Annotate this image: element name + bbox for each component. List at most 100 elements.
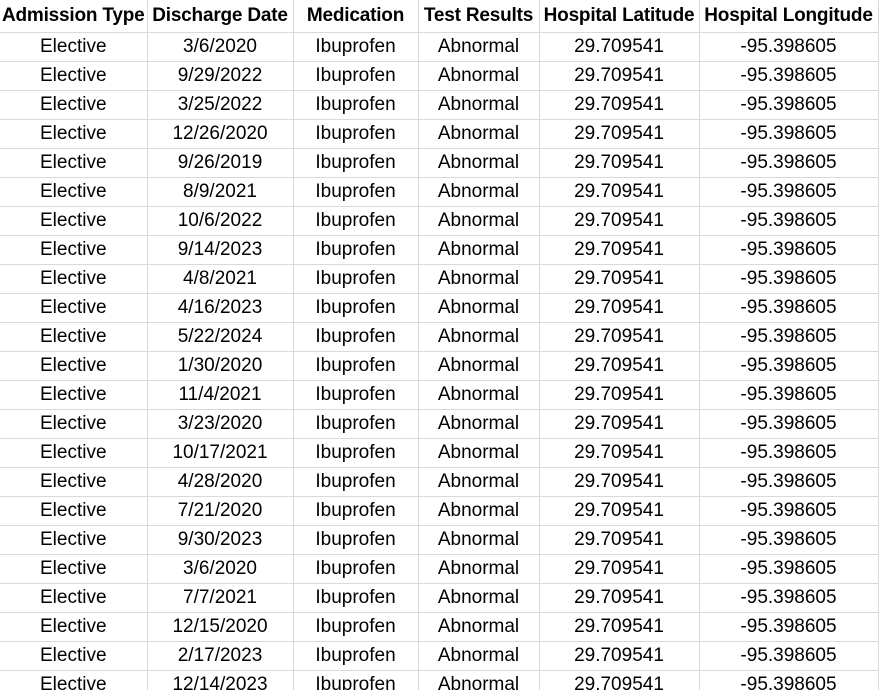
cell-test-results[interactable]: Abnormal — [418, 148, 540, 178]
cell-medication[interactable]: Ibuprofen — [293, 32, 419, 62]
cell-medication[interactable]: Ibuprofen — [293, 293, 419, 323]
cell-medication[interactable]: Ibuprofen — [293, 206, 419, 236]
cell-admission-type[interactable]: Elective — [0, 177, 148, 207]
cell-discharge-date[interactable]: 11/4/2021 — [147, 380, 294, 410]
cell-discharge-date[interactable]: 3/6/2020 — [147, 554, 294, 584]
cell-medication[interactable]: Ibuprofen — [293, 177, 419, 207]
cell-medication[interactable]: Ibuprofen — [293, 351, 419, 381]
cell-test-results[interactable]: Abnormal — [418, 264, 540, 294]
cell-test-results[interactable]: Abnormal — [418, 61, 540, 91]
cell-hospital-longitude[interactable]: -95.398605 — [699, 351, 879, 381]
cell-hospital-longitude[interactable]: -95.398605 — [699, 177, 879, 207]
cell-medication[interactable]: Ibuprofen — [293, 264, 419, 294]
cell-medication[interactable]: Ibuprofen — [293, 612, 419, 642]
cell-admission-type[interactable]: Elective — [0, 525, 148, 555]
cell-discharge-date[interactable]: 4/28/2020 — [147, 467, 294, 497]
cell-hospital-longitude[interactable]: -95.398605 — [699, 90, 879, 120]
cell-hospital-longitude[interactable]: -95.398605 — [699, 61, 879, 91]
cell-discharge-date[interactable]: 5/22/2024 — [147, 322, 294, 352]
cell-discharge-date[interactable]: 10/6/2022 — [147, 206, 294, 236]
cell-admission-type[interactable]: Elective — [0, 293, 148, 323]
cell-test-results[interactable]: Abnormal — [418, 554, 540, 584]
cell-discharge-date[interactable]: 9/30/2023 — [147, 525, 294, 555]
cell-hospital-latitude[interactable]: 29.709541 — [539, 235, 700, 265]
cell-hospital-latitude[interactable]: 29.709541 — [539, 641, 700, 671]
cell-medication[interactable]: Ibuprofen — [293, 641, 419, 671]
cell-hospital-latitude[interactable]: 29.709541 — [539, 612, 700, 642]
cell-hospital-latitude[interactable]: 29.709541 — [539, 583, 700, 613]
cell-hospital-longitude[interactable]: -95.398605 — [699, 206, 879, 236]
cell-test-results[interactable]: Abnormal — [418, 322, 540, 352]
cell-hospital-latitude[interactable]: 29.709541 — [539, 670, 700, 690]
cell-hospital-latitude[interactable]: 29.709541 — [539, 409, 700, 439]
cell-hospital-latitude[interactable]: 29.709541 — [539, 322, 700, 352]
cell-hospital-latitude[interactable]: 29.709541 — [539, 90, 700, 120]
cell-discharge-date[interactable]: 12/15/2020 — [147, 612, 294, 642]
cell-discharge-date[interactable]: 3/25/2022 — [147, 90, 294, 120]
cell-test-results[interactable]: Abnormal — [418, 612, 540, 642]
cell-discharge-date[interactable]: 7/21/2020 — [147, 496, 294, 526]
cell-admission-type[interactable]: Elective — [0, 32, 148, 62]
cell-discharge-date[interactable]: 12/26/2020 — [147, 119, 294, 149]
cell-admission-type[interactable]: Elective — [0, 641, 148, 671]
cell-hospital-longitude[interactable]: -95.398605 — [699, 380, 879, 410]
cell-admission-type[interactable]: Elective — [0, 206, 148, 236]
cell-admission-type[interactable]: Elective — [0, 119, 148, 149]
header-admission-type[interactable]: Admission Type — [0, 0, 148, 33]
cell-medication[interactable]: Ibuprofen — [293, 496, 419, 526]
cell-test-results[interactable]: Abnormal — [418, 641, 540, 671]
cell-admission-type[interactable]: Elective — [0, 264, 148, 294]
cell-hospital-longitude[interactable]: -95.398605 — [699, 496, 879, 526]
cell-medication[interactable]: Ibuprofen — [293, 119, 419, 149]
cell-admission-type[interactable]: Elective — [0, 148, 148, 178]
header-discharge-date[interactable]: Discharge Date — [147, 0, 294, 33]
cell-discharge-date[interactable]: 9/29/2022 — [147, 61, 294, 91]
cell-discharge-date[interactable]: 12/14/2023 — [147, 670, 294, 690]
cell-hospital-latitude[interactable]: 29.709541 — [539, 380, 700, 410]
cell-admission-type[interactable]: Elective — [0, 612, 148, 642]
cell-hospital-latitude[interactable]: 29.709541 — [539, 32, 700, 62]
cell-discharge-date[interactable]: 7/7/2021 — [147, 583, 294, 613]
cell-medication[interactable]: Ibuprofen — [293, 583, 419, 613]
cell-hospital-latitude[interactable]: 29.709541 — [539, 351, 700, 381]
cell-hospital-longitude[interactable]: -95.398605 — [699, 438, 879, 468]
cell-admission-type[interactable]: Elective — [0, 235, 148, 265]
cell-hospital-latitude[interactable]: 29.709541 — [539, 148, 700, 178]
cell-admission-type[interactable]: Elective — [0, 351, 148, 381]
cell-admission-type[interactable]: Elective — [0, 380, 148, 410]
cell-hospital-longitude[interactable]: -95.398605 — [699, 525, 879, 555]
cell-hospital-longitude[interactable]: -95.398605 — [699, 670, 879, 690]
cell-admission-type[interactable]: Elective — [0, 496, 148, 526]
cell-admission-type[interactable]: Elective — [0, 409, 148, 439]
header-hospital-longitude[interactable]: Hospital Longitude — [699, 0, 879, 33]
cell-medication[interactable]: Ibuprofen — [293, 525, 419, 555]
cell-medication[interactable]: Ibuprofen — [293, 322, 419, 352]
cell-medication[interactable]: Ibuprofen — [293, 148, 419, 178]
cell-test-results[interactable]: Abnormal — [418, 119, 540, 149]
cell-hospital-latitude[interactable]: 29.709541 — [539, 119, 700, 149]
header-medication[interactable]: Medication — [293, 0, 419, 33]
cell-test-results[interactable]: Abnormal — [418, 90, 540, 120]
cell-hospital-latitude[interactable]: 29.709541 — [539, 554, 700, 584]
cell-discharge-date[interactable]: 10/17/2021 — [147, 438, 294, 468]
cell-discharge-date[interactable]: 2/17/2023 — [147, 641, 294, 671]
cell-discharge-date[interactable]: 8/9/2021 — [147, 177, 294, 207]
cell-hospital-latitude[interactable]: 29.709541 — [539, 61, 700, 91]
cell-medication[interactable]: Ibuprofen — [293, 90, 419, 120]
cell-medication[interactable]: Ibuprofen — [293, 554, 419, 584]
cell-hospital-longitude[interactable]: -95.398605 — [699, 554, 879, 584]
header-hospital-latitude[interactable]: Hospital Latitude — [539, 0, 700, 33]
cell-test-results[interactable]: Abnormal — [418, 438, 540, 468]
cell-hospital-longitude[interactable]: -95.398605 — [699, 148, 879, 178]
cell-test-results[interactable]: Abnormal — [418, 409, 540, 439]
cell-discharge-date[interactable]: 4/8/2021 — [147, 264, 294, 294]
cell-test-results[interactable]: Abnormal — [418, 235, 540, 265]
cell-admission-type[interactable]: Elective — [0, 467, 148, 497]
cell-admission-type[interactable]: Elective — [0, 322, 148, 352]
cell-medication[interactable]: Ibuprofen — [293, 409, 419, 439]
cell-test-results[interactable]: Abnormal — [418, 496, 540, 526]
cell-hospital-latitude[interactable]: 29.709541 — [539, 264, 700, 294]
cell-admission-type[interactable]: Elective — [0, 90, 148, 120]
cell-hospital-latitude[interactable]: 29.709541 — [539, 293, 700, 323]
cell-test-results[interactable]: Abnormal — [418, 351, 540, 381]
